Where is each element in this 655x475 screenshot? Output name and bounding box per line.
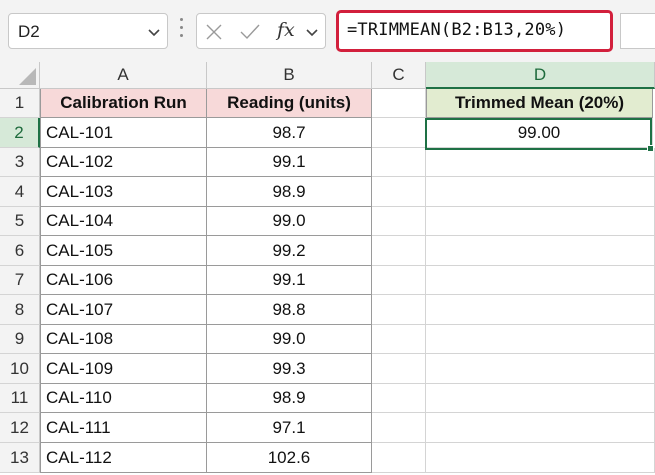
cell-c[interactable] — [372, 118, 426, 148]
cell-reading[interactable]: 99.1 — [207, 148, 372, 177]
cell-c[interactable] — [372, 236, 426, 266]
cell-c[interactable] — [372, 148, 426, 177]
cell-reading[interactable]: 99.0 — [207, 207, 372, 236]
row-header[interactable]: 7 — [0, 266, 40, 295]
formula-controls: fx — [196, 13, 326, 49]
cell-trimmed-mean-result[interactable]: 99.00 — [426, 118, 653, 148]
name-box[interactable]: D2 — [8, 13, 168, 49]
cell-calibration-run[interactable]: CAL-108 — [40, 325, 207, 354]
name-box-value: D2 — [18, 22, 40, 41]
row-header[interactable]: 6 — [0, 236, 40, 266]
cell-calibration-run[interactable]: CAL-105 — [40, 236, 207, 266]
cell-calibration-run[interactable]: CAL-111 — [40, 413, 207, 443]
cell-calibration-run[interactable]: CAL-107 — [40, 295, 207, 325]
formula-text: =TRIMMEAN(B2:B13,20%) — [347, 20, 567, 40]
enter-check-icon[interactable] — [239, 23, 261, 46]
cell-d[interactable] — [426, 384, 655, 413]
cell-c[interactable] — [372, 354, 426, 384]
cell-d[interactable] — [426, 207, 655, 236]
cell-calibration-run[interactable]: CAL-109 — [40, 354, 207, 384]
fill-handle[interactable] — [647, 145, 654, 152]
cell-d[interactable] — [426, 236, 655, 266]
cell-calibration-run[interactable]: CAL-106 — [40, 266, 207, 295]
row-header[interactable]: 8 — [0, 295, 40, 325]
cell-d[interactable] — [426, 413, 655, 443]
row-header[interactable]: 11 — [0, 384, 40, 413]
row-header[interactable]: 1 — [0, 89, 40, 118]
select-all-corner[interactable] — [0, 62, 40, 89]
header-calibration-run[interactable]: Calibration Run — [40, 89, 207, 118]
cell-reading[interactable]: 98.9 — [207, 177, 372, 207]
cancel-icon[interactable] — [205, 23, 223, 46]
cell-d[interactable] — [426, 354, 655, 384]
row-header[interactable]: 13 — [0, 443, 40, 473]
cell-c[interactable] — [372, 325, 426, 354]
cell-calibration-run[interactable]: CAL-102 — [40, 148, 207, 177]
cell-reading[interactable]: 98.7 — [207, 118, 372, 148]
row-header[interactable]: 2 — [0, 118, 40, 148]
cell-reading[interactable]: 102.6 — [207, 443, 372, 473]
header-trimmed-mean[interactable]: Trimmed Mean (20%) — [426, 89, 653, 118]
header-reading-units[interactable]: Reading (units) — [207, 89, 372, 118]
row-header[interactable]: 9 — [0, 325, 40, 354]
cell-c[interactable] — [372, 413, 426, 443]
cell-c[interactable] — [372, 384, 426, 413]
cell-reading[interactable]: 98.9 — [207, 384, 372, 413]
cell-reading[interactable]: 97.1 — [207, 413, 372, 443]
cell-d[interactable] — [426, 148, 655, 177]
more-options-icon[interactable] — [180, 18, 184, 44]
row-header[interactable]: 4 — [0, 177, 40, 207]
cell-d[interactable] — [426, 325, 655, 354]
formula-input[interactable]: =TRIMMEAN(B2:B13,20%) — [336, 10, 613, 52]
cell-reading[interactable]: 99.0 — [207, 325, 372, 354]
chevron-down-icon[interactable] — [305, 25, 319, 44]
row-header[interactable]: 3 — [0, 148, 40, 177]
row-header[interactable]: 10 — [0, 354, 40, 384]
column-header-c[interactable]: C — [372, 62, 426, 89]
cell-c[interactable] — [372, 177, 426, 207]
column-header-b[interactable]: B — [207, 62, 372, 89]
column-header-d[interactable]: D — [426, 62, 655, 89]
cell-c[interactable] — [372, 207, 426, 236]
cell-reading[interactable]: 99.2 — [207, 236, 372, 266]
cell-reading[interactable]: 99.1 — [207, 266, 372, 295]
formula-bar: D2 fx =TRIMMEAN(B2:B13,20%) — [0, 0, 655, 62]
cell-c[interactable] — [372, 266, 426, 295]
cell-d[interactable] — [426, 266, 655, 295]
insert-function-icon[interactable]: fx — [277, 19, 295, 41]
chevron-down-icon[interactable] — [147, 25, 161, 44]
cell-d[interactable] — [426, 295, 655, 325]
cell-reading[interactable]: 99.3 — [207, 354, 372, 384]
formula-input-overflow[interactable] — [620, 13, 655, 49]
cell-c[interactable] — [372, 295, 426, 325]
cell-calibration-run[interactable]: CAL-112 — [40, 443, 207, 473]
row-header[interactable]: 5 — [0, 207, 40, 236]
cell-c[interactable] — [372, 443, 426, 473]
column-header-a[interactable]: A — [40, 62, 207, 89]
cell-calibration-run[interactable]: CAL-104 — [40, 207, 207, 236]
cell-reading[interactable]: 98.8 — [207, 295, 372, 325]
cell-calibration-run[interactable]: CAL-101 — [40, 118, 207, 148]
row-header[interactable]: 12 — [0, 413, 40, 443]
cell-calibration-run[interactable]: CAL-103 — [40, 177, 207, 207]
cell-calibration-run[interactable]: CAL-110 — [40, 384, 207, 413]
cell-c1[interactable] — [372, 89, 426, 118]
cell-d[interactable] — [426, 177, 655, 207]
cell-d[interactable] — [426, 443, 655, 473]
